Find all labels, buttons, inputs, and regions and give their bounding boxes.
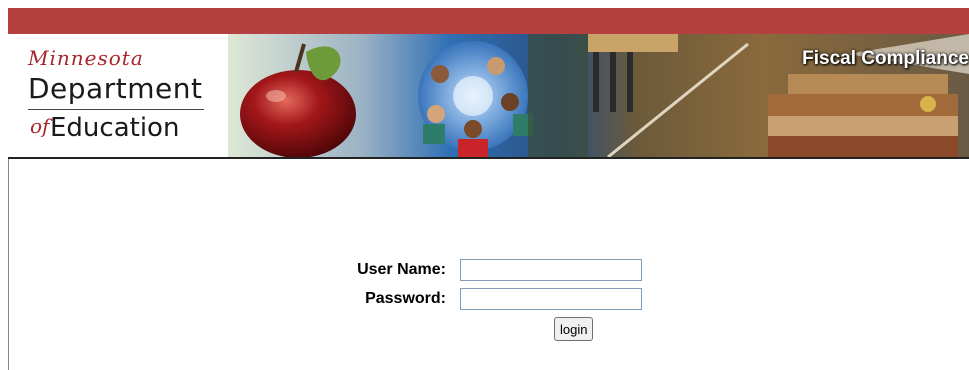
mde-logo: Minnesota Department of Education bbox=[8, 34, 228, 157]
logo-divider bbox=[28, 109, 204, 110]
username-input[interactable] bbox=[460, 259, 642, 281]
app-title: Fiscal Compliance bbox=[802, 48, 969, 69]
page: Minnesota Department of Education Fiscal… bbox=[0, 0, 969, 370]
banner-divider bbox=[8, 157, 969, 159]
header-banner: Minnesota Department of Education Fiscal… bbox=[8, 34, 969, 157]
logo-state-name: Minnesota bbox=[28, 46, 144, 70]
password-label: Password: bbox=[365, 290, 446, 307]
login-button[interactable]: login bbox=[554, 317, 594, 341]
logo-education-text: Education bbox=[50, 113, 180, 143]
password-input[interactable] bbox=[460, 288, 642, 310]
username-label: User Name: bbox=[357, 261, 446, 278]
logo-of-text: of bbox=[30, 114, 50, 138]
top-color-bar bbox=[8, 8, 969, 34]
logo-department-text: Department bbox=[28, 72, 203, 105]
content-left-border bbox=[8, 159, 9, 370]
